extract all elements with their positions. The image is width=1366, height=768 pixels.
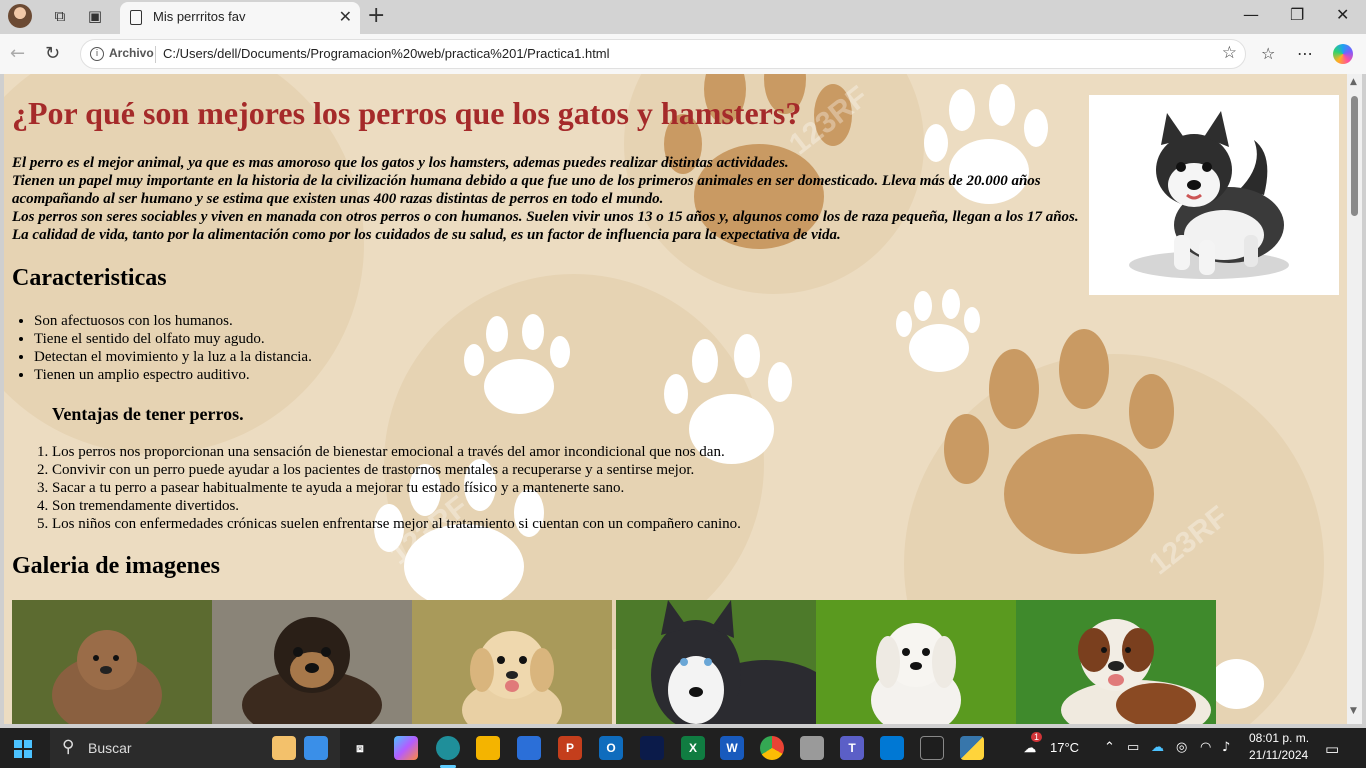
workspaces-icon[interactable]: ⧉: [50, 6, 70, 26]
powerpoint-icon[interactable]: P: [558, 736, 582, 760]
saint-bernard-image: [1016, 600, 1216, 724]
store-icon[interactable]: [517, 736, 541, 760]
list-item: Tienen un amplio espectro auditivo.: [34, 366, 312, 384]
python-icon[interactable]: [960, 736, 984, 760]
task-view-icon[interactable]: ⧈: [348, 736, 372, 760]
list-item: Son afectuosos con los humanos.: [34, 312, 312, 330]
yorkie-puppy-image: [212, 600, 412, 724]
wifi-icon[interactable]: ◠: [1200, 740, 1211, 755]
intro-paragraph: El perro es el mejor animal, ya que es m…: [12, 154, 1087, 244]
intro-line: Los perros son seres sociables y viven e…: [12, 209, 1079, 243]
url-text[interactable]: C:/Users/dell/Documents/Programacion%20w…: [163, 46, 610, 61]
features-heading: Caracteristicas: [12, 265, 167, 291]
search-icon: ⚲: [62, 737, 75, 757]
favorites-icon[interactable]: ☆: [1261, 44, 1275, 63]
toolbar: ← ↻ i Archivo C:/Users/dell/Documents/Pr…: [0, 34, 1366, 74]
chrome-icon[interactable]: [760, 736, 784, 760]
battery-icon[interactable]: ▭: [1127, 740, 1139, 755]
close-tab-icon[interactable]: ✕: [339, 7, 352, 26]
start-button[interactable]: [14, 740, 32, 758]
word-icon[interactable]: W: [720, 736, 744, 760]
advantages-heading: Ventajas de tener perros.: [52, 404, 244, 424]
file-explorer-icon[interactable]: [476, 736, 500, 760]
info-icon[interactable]: i: [90, 47, 104, 61]
list-item: Tiene el sentido del olfato muy agudo.: [34, 330, 312, 348]
husky-puppy-image: [1089, 95, 1339, 295]
weather-temperature[interactable]: 17°C: [1050, 740, 1079, 755]
address-bar[interactable]: i Archivo C:/Users/dell/Documents/Progra…: [80, 39, 1246, 69]
scroll-up-icon[interactable]: ▲: [1350, 77, 1357, 87]
paw-print-icon: [464, 314, 574, 424]
brown-puppy-image: [12, 600, 212, 724]
favorite-star-icon[interactable]: ☆: [1222, 43, 1237, 63]
edge-icon[interactable]: [436, 736, 460, 760]
teams-icon[interactable]: T: [840, 736, 864, 760]
clock-date[interactable]: 21/11/2024: [1249, 748, 1308, 762]
golden-puppy-image: [412, 600, 612, 724]
meet-icon[interactable]: ◎: [1176, 740, 1187, 755]
back-icon[interactable]: ←: [10, 43, 25, 64]
taskbar: ⚲ Buscar ⧈ P O X W T ☁ 1 17°C ⌃ ▭ ☁ ◎ ◠ …: [0, 728, 1366, 768]
list-item: Detectan el movimiento y la luz a la dis…: [34, 348, 312, 366]
tab-strip: ⧉ ▣ Mis perrritos fav ✕ + — ❐ ✕: [0, 0, 1366, 34]
vscode-icon[interactable]: [880, 736, 904, 760]
close-window-icon[interactable]: ✕: [1336, 5, 1349, 24]
volume-icon[interactable]: ♪: [1222, 740, 1230, 755]
intro-line: Tienen un papel muy importante en la his…: [12, 173, 1041, 207]
database-icon[interactable]: [800, 736, 824, 760]
features-list: Son afectuosos con los humanos. Tiene el…: [34, 312, 312, 384]
weather-badge: 1: [1031, 732, 1043, 742]
minimize-icon[interactable]: —: [1243, 5, 1259, 24]
list-item: Convivir con un perro puede ayudar a los…: [52, 461, 741, 479]
file-badge: Archivo: [109, 46, 154, 60]
intro-line: El perro es el mejor animal, ya que es m…: [12, 155, 789, 171]
divider: [155, 46, 156, 63]
page-icon: [130, 10, 142, 25]
notepad-decor-icon: [272, 736, 296, 760]
scroll-down-icon[interactable]: ▼: [1350, 706, 1357, 716]
tab-active[interactable]: Mis perrritos fav ✕: [120, 2, 360, 34]
copilot-icon[interactable]: [1333, 44, 1353, 64]
taskbar-search[interactable]: ⚲ Buscar: [50, 728, 340, 768]
excel-icon[interactable]: X: [681, 736, 705, 760]
advantages-list: Los perros nos proporcionan una sensació…: [52, 443, 741, 533]
more-options-icon[interactable]: ⋯: [1297, 44, 1313, 63]
list-item: Sacar a tu perro a pasear habitualmente …: [52, 479, 741, 497]
profile-avatar[interactable]: [8, 4, 32, 28]
paw-print-icon: [894, 289, 984, 379]
refresh-icon[interactable]: ↻: [45, 43, 60, 64]
gallery-heading: Galeria de imagenes: [12, 553, 220, 579]
page-title: ¿Por qué son mejores los perros que los …: [12, 95, 802, 131]
list-item: Los niños con enfermedades crónicas suel…: [52, 515, 741, 533]
search-placeholder: Buscar: [88, 740, 132, 756]
notifications-icon[interactable]: ▭: [1325, 740, 1339, 758]
terminal-icon[interactable]: [920, 736, 944, 760]
restore-icon[interactable]: ❐: [1290, 5, 1304, 24]
scroll-thumb[interactable]: [1351, 96, 1358, 216]
vertical-scrollbar[interactable]: ▲ ▼: [1347, 74, 1362, 724]
chevron-up-icon[interactable]: ⌃: [1104, 740, 1115, 755]
tab-title: Mis perrritos fav: [153, 9, 246, 24]
disney-plus-icon[interactable]: [640, 736, 664, 760]
page-viewport: 123RF 123RF 123RF 123RF ¿Por qué son mej…: [4, 74, 1347, 724]
clock-time[interactable]: 08:01 p. m.: [1249, 731, 1309, 745]
onedrive-icon[interactable]: ☁: [1151, 740, 1164, 755]
copilot-app-icon[interactable]: [394, 736, 418, 760]
list-item: Son tremendamente divertidos.: [52, 497, 741, 515]
bottle-decor-icon: [304, 736, 328, 760]
outlook-icon[interactable]: O: [599, 736, 623, 760]
tab-actions-icon[interactable]: ▣: [85, 6, 105, 26]
new-tab-icon[interactable]: +: [367, 3, 385, 28]
husky-image: [616, 600, 816, 724]
list-item: Los perros nos proporcionan una sensació…: [52, 443, 741, 461]
maltese-image: [816, 600, 1016, 724]
